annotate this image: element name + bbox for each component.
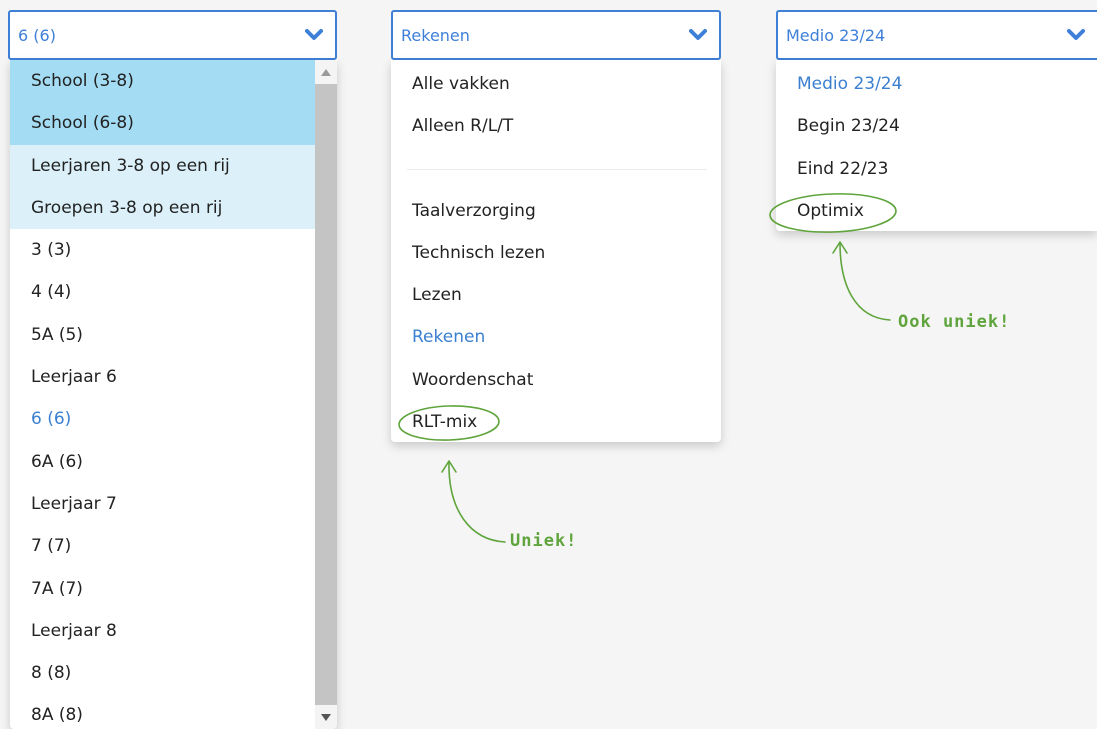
- subject-option-rlt-mix[interactable]: RLT-mix: [391, 401, 721, 443]
- arrow-also-unique: [839, 242, 891, 321]
- class-option[interactable]: 8A (8): [10, 694, 315, 729]
- class-option[interactable]: 4 (4): [10, 271, 315, 313]
- class-option[interactable]: 6A (6): [10, 441, 315, 483]
- class-option-school-3-8[interactable]: School (3-8): [10, 60, 315, 103]
- annotation-unique: Uniek!: [510, 531, 578, 551]
- class-option[interactable]: Leerjaar 8: [10, 610, 315, 652]
- class-option-groepen-rij[interactable]: Groepen 3-8 op een rij: [10, 186, 315, 230]
- class-option[interactable]: 8 (8): [10, 652, 315, 694]
- subject-option-alleen-rlt[interactable]: Alleen R/L/T: [391, 105, 721, 147]
- class-select[interactable]: 6 (6): [8, 10, 337, 60]
- period-option-medio[interactable]: Medio 23/24: [776, 63, 1097, 105]
- arrow-unique: [448, 461, 506, 543]
- subject-dropdown: Alle vakken Alleen R/L/T Taalverzorging …: [391, 60, 721, 442]
- annotation-also-unique: Ook uniek!: [898, 312, 1011, 332]
- class-option-school-6-8[interactable]: School (6-8): [10, 102, 315, 145]
- class-dropdown: School (3-8) School (6-8) Leerjaren 3-8 …: [10, 60, 337, 729]
- triangle-up-icon[interactable]: [315, 60, 337, 84]
- class-option-selected[interactable]: 6 (6): [10, 398, 315, 440]
- class-option[interactable]: 7 (7): [10, 525, 315, 567]
- triangle-down-icon[interactable]: [315, 705, 337, 729]
- class-scrollbar[interactable]: [315, 60, 337, 729]
- chevron-down-icon[interactable]: [303, 27, 325, 43]
- subject-option-woordenschat[interactable]: Woordenschat: [391, 359, 721, 401]
- period-select-value: Medio 23/24: [786, 25, 886, 45]
- class-option-list: School (3-8) School (6-8) Leerjaren 3-8 …: [10, 60, 315, 729]
- period-select[interactable]: Medio 23/24: [776, 10, 1097, 60]
- subject-option-technisch-lezen[interactable]: Technisch lezen: [391, 232, 721, 274]
- class-option[interactable]: 5A (5): [10, 314, 315, 356]
- class-option[interactable]: 7A (7): [10, 568, 315, 610]
- subject-select[interactable]: Rekenen: [391, 10, 721, 60]
- period-option-begin[interactable]: Begin 23/24: [776, 105, 1097, 147]
- divider: [391, 148, 721, 190]
- class-select-value: 6 (6): [18, 25, 56, 45]
- chevron-down-icon[interactable]: [1065, 27, 1087, 43]
- class-option[interactable]: Leerjaar 6: [10, 356, 315, 398]
- subject-option-alle-vakken[interactable]: Alle vakken: [391, 63, 721, 105]
- class-option[interactable]: 3 (3): [10, 229, 315, 271]
- subject-option-taalverzorging[interactable]: Taalverzorging: [391, 190, 721, 232]
- period-dropdown: Medio 23/24 Begin 23/24 Eind 22/23 Optim…: [776, 60, 1097, 231]
- period-option-optimix[interactable]: Optimix: [776, 190, 1097, 232]
- class-option[interactable]: Leerjaar 7: [10, 483, 315, 525]
- period-option-eind[interactable]: Eind 22/23: [776, 148, 1097, 190]
- chevron-down-icon[interactable]: [687, 27, 709, 43]
- subject-option-rekenen[interactable]: Rekenen: [391, 316, 721, 358]
- subject-select-value: Rekenen: [401, 25, 470, 45]
- class-option-leerjaren-rij[interactable]: Leerjaren 3-8 op een rij: [10, 144, 315, 187]
- subject-option-lezen[interactable]: Lezen: [391, 274, 721, 316]
